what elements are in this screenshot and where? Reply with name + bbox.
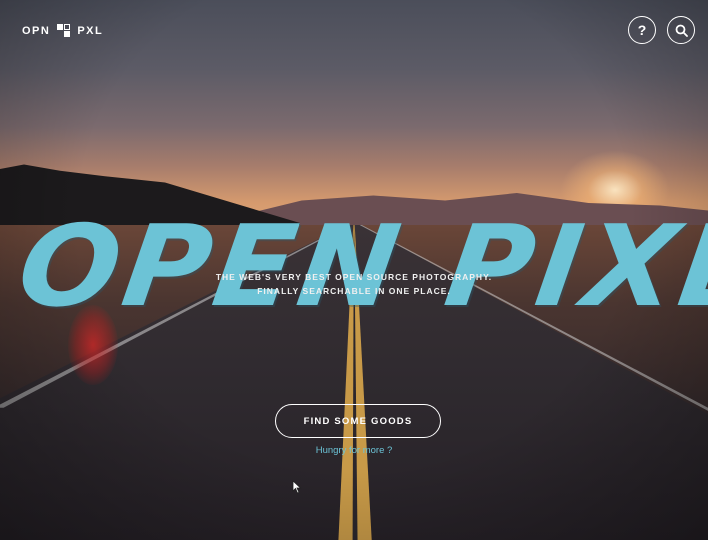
tagline-line-2: FINALLY SEARCHABLE IN ONE PLACE. [257, 286, 451, 296]
search-button[interactable] [667, 16, 695, 44]
site-logo[interactable]: OPN PXL [22, 24, 103, 37]
tagline-line-1: THE WEB'S VERY BEST OPEN SOURCE PHOTOGRA… [215, 272, 493, 282]
find-some-goods-button[interactable]: FIND SOME GOODS [275, 404, 441, 438]
logo-text-left: OPN [22, 24, 51, 37]
logo-text-right: PXL [77, 24, 104, 37]
help-icon: ? [637, 22, 647, 38]
search-icon [675, 24, 688, 37]
hero-title: OPEN PIXEL [10, 200, 708, 332]
hungry-for-more-link[interactable]: Hungry for more ? [0, 445, 708, 456]
cta-label: FIND SOME GOODS [303, 415, 413, 427]
help-button[interactable]: ? [628, 16, 656, 44]
logo-mark-icon [57, 24, 71, 37]
mouse-cursor-icon [292, 480, 302, 494]
